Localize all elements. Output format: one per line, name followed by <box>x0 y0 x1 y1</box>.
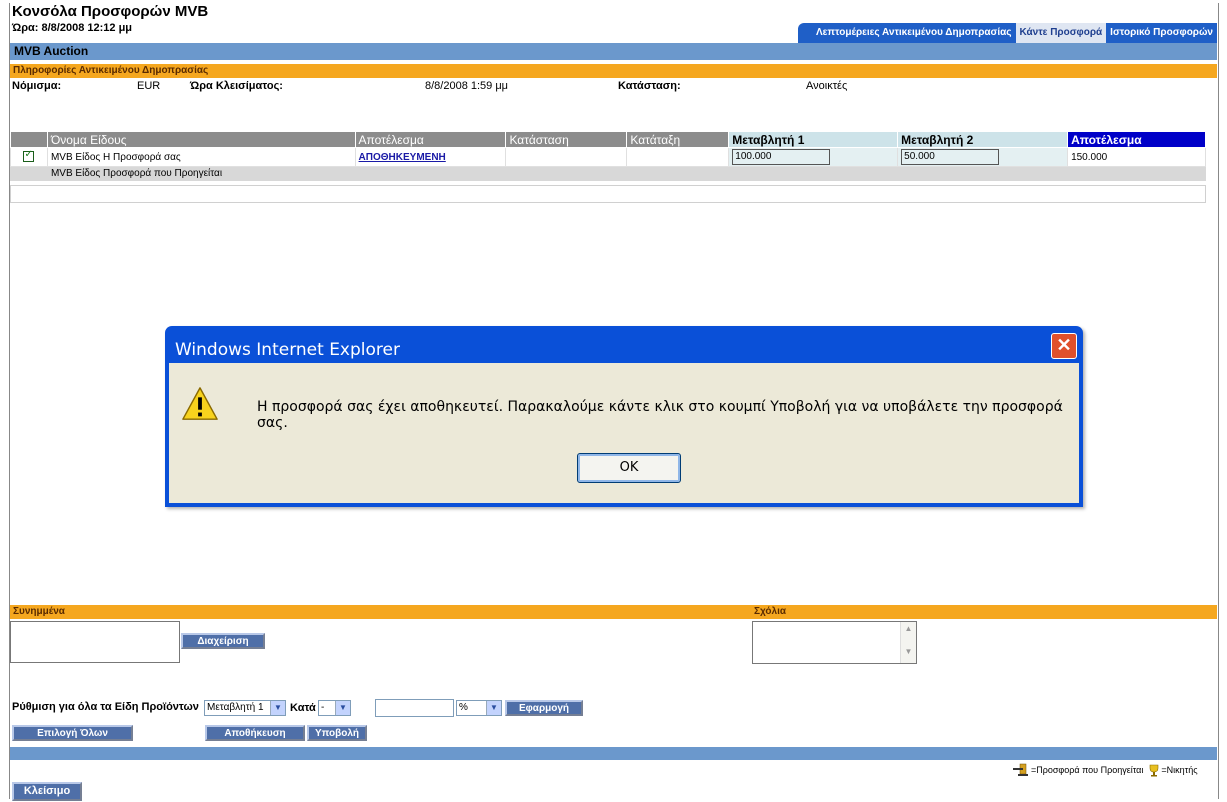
column-header-select <box>10 131 48 148</box>
footer-bar <box>10 747 1217 760</box>
by-label: Κατά <box>290 702 316 714</box>
variable-2-input[interactable]: 50.000 <box>901 149 1000 165</box>
leading-bid-cell <box>1067 166 1206 181</box>
legend: =Προσφορά που Προηγείται =Νικητής <box>1013 763 1198 777</box>
tab-place-bid[interactable]: Κάντε Προσφορά <box>1015 23 1107 43</box>
saved-status-link[interactable]: ΑΠΟΘΗΚΕΥΜΕΝΗ <box>359 152 446 163</box>
currency-value: EUR <box>137 80 161 92</box>
attachments-label: Συνημμένα <box>13 606 65 617</box>
table-row: MVB Είδος Προσφορά που Προηγείται <box>10 166 1206 181</box>
chevron-down-icon: ▼ <box>270 701 285 715</box>
winner-trophy-icon <box>1150 764 1159 777</box>
status-cell <box>505 147 628 167</box>
leading-bid-icon <box>1013 763 1028 776</box>
variable-select-value: Μεταβλητή 1 <box>207 702 264 713</box>
column-header-status: Κατάσταση <box>505 131 628 148</box>
attachments-comments-bar: Συνημμένα Σχόλια <box>10 605 1217 619</box>
close-time-label: Ώρα Κλεισίματος: <box>190 80 283 92</box>
table-empty-row <box>10 185 1206 203</box>
variable-1-input[interactable]: 100.000 <box>732 149 831 165</box>
leading-bid-cell <box>626 166 730 181</box>
by-select[interactable]: - ▼ <box>318 700 351 716</box>
dialog-message: Η προσφορά σας έχει αποθηκευτεί. Παρακαλ… <box>257 399 1063 431</box>
bulk-settings-label: Ρύθμιση για όλα τα Είδη Προϊόντων <box>12 701 199 713</box>
submit-button[interactable]: Υποβολή <box>307 725 367 741</box>
auction-header: MVB Auction <box>10 43 1217 60</box>
leading-bid-empty-cell <box>10 166 48 181</box>
manage-attachments-button[interactable]: Διαχείριση <box>181 633 265 649</box>
total-cell: 150.000 <box>1067 147 1206 167</box>
save-button[interactable]: Αποθήκευση <box>205 725 305 741</box>
attachments-box[interactable] <box>10 621 180 663</box>
column-header-variable-1: Μεταβλητή 1 <box>728 131 899 148</box>
apply-button[interactable]: Εφαρμογή <box>505 700 583 716</box>
column-header-rank: Κατάταξη <box>626 131 730 148</box>
column-header-total: Αποτέλεσμα <box>1067 131 1206 148</box>
unit-select[interactable]: % ▼ <box>456 700 502 716</box>
variable-select[interactable]: Μεταβλητή 1 ▼ <box>204 700 286 716</box>
table-row: MVB Είδος Η Προσφορά σας ΑΠΟΘΗΚΕΥΜΕΝΗ 10… <box>10 147 1206 167</box>
info-section-header: Πληροφορίες Αντικειμένου Δημοπρασίας <box>10 64 1217 78</box>
warning-icon <box>182 387 218 420</box>
leading-bid-cell <box>897 166 1069 181</box>
tab-item-details[interactable]: Λεπτομέρειες Αντικειμένου Δημοπρασίας <box>797 23 1016 43</box>
result-cell: ΑΠΟΘΗΚΕΥΜΕΝΗ <box>354 147 507 167</box>
dialog-title: Windows Internet Explorer <box>175 340 400 360</box>
column-header-result: Αποτέλεσμα <box>354 131 507 148</box>
rank-cell <box>626 147 730 167</box>
currency-label: Νόμισμα: <box>12 80 62 92</box>
unit-select-value: % <box>459 702 468 713</box>
comments-label: Σχόλια <box>754 606 786 617</box>
leading-bid-name-cell: MVB Είδος Προσφορά που Προηγείται <box>46 166 356 181</box>
legend-leading-text: =Προσφορά που Προηγείται <box>1031 765 1144 775</box>
current-time: Ώρα: 8/8/2008 12:12 μμ <box>12 22 133 34</box>
close-time-value: 8/8/2008 1:59 μμ <box>425 80 509 92</box>
chevron-down-icon: ▼ <box>486 701 501 715</box>
legend-winner-text: =Νικητής <box>1161 765 1198 775</box>
row-checkbox[interactable] <box>23 149 35 163</box>
chevron-down-icon: ▼ <box>335 701 350 715</box>
dialog-close-button[interactable]: ✕ <box>1051 333 1077 359</box>
comments-scrollbar[interactable]: ▲ ▼ <box>900 622 916 663</box>
column-header-variable-2: Μεταβλητή 2 <box>897 131 1069 148</box>
dialog-body: Η προσφορά σας έχει αποθηκευτεί. Παρακαλ… <box>169 363 1079 503</box>
leading-bid-cell <box>505 166 628 181</box>
comments-textarea[interactable]: ▲ ▼ <box>752 621 917 664</box>
table-header-row: Όνομα Είδους Αποτέλεσμα Κατάσταση Κατάτα… <box>10 131 1206 148</box>
tab-bid-history[interactable]: Ιστορικό Προσφορών <box>1106 23 1217 43</box>
close-button[interactable]: Κλείσιμο <box>12 782 82 801</box>
items-table: Όνομα Είδους Αποτέλεσμα Κατάσταση Κατάτα… <box>10 131 1206 181</box>
row-checkbox-cell <box>10 147 48 167</box>
leading-bid-cell <box>728 166 899 181</box>
page-title: Κονσόλα Προσφορών MVB <box>12 3 209 20</box>
ok-button[interactable]: OK <box>577 453 681 483</box>
variable-2-cell: 50.000 <box>897 147 1069 167</box>
select-all-button[interactable]: Επιλογή Όλων <box>12 725 133 741</box>
variable-1-cell: 100.000 <box>728 147 899 167</box>
amount-input[interactable] <box>375 699 454 717</box>
leading-bid-cell <box>354 166 507 181</box>
item-name-cell: MVB Είδος Η Προσφορά σας <box>46 147 356 167</box>
status-value: Ανοικτές <box>806 80 848 92</box>
column-header-item-name: Όνομα Είδους <box>46 131 356 148</box>
tab-bar: Λεπτομέρειες Αντικειμένου Δημοπρασίας Κά… <box>797 23 1217 43</box>
by-select-value: - <box>321 702 325 713</box>
status-label: Κατάσταση: <box>618 80 681 92</box>
alert-dialog: Windows Internet Explorer ✕ Η προσφορά σ… <box>165 326 1083 507</box>
